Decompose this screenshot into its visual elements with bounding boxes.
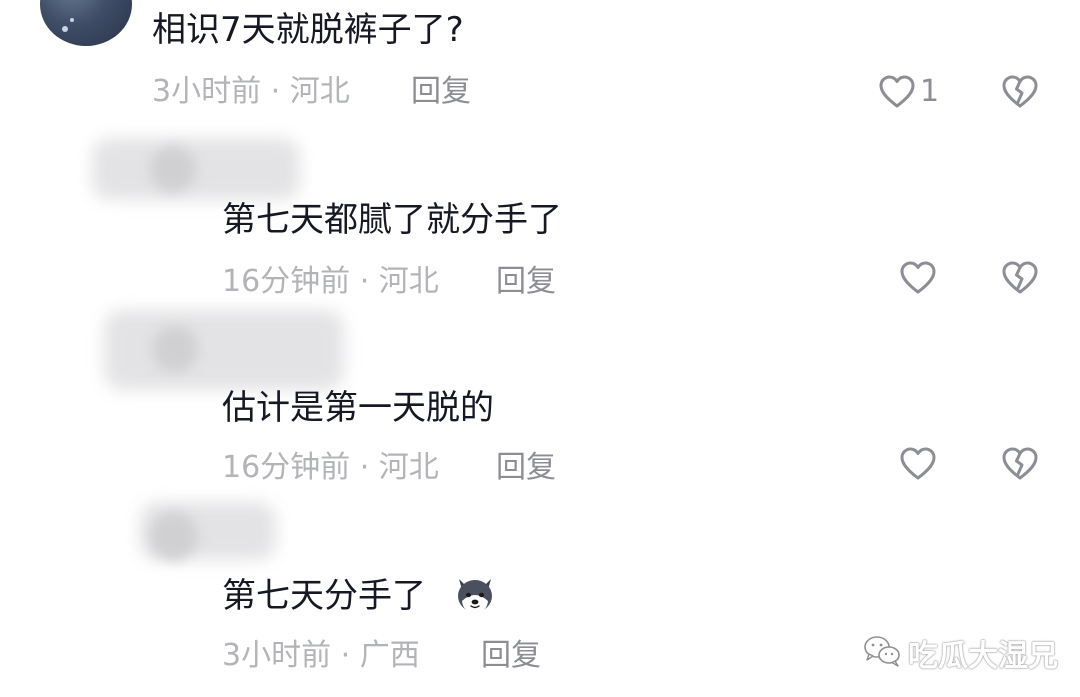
comment-text-2: 第七天都腻了就分手了	[222, 200, 562, 240]
comment-meta-3: 16分钟前 · 河北	[222, 450, 439, 485]
heart-outline-icon[interactable]	[898, 444, 938, 484]
comment-meta-4: 3小时前 · 广西	[222, 638, 420, 673]
avatar-comment-1[interactable]	[40, 0, 132, 46]
comment-meta-2: 16分钟前 · 河北	[222, 264, 439, 299]
reply-button-4[interactable]: 回复	[481, 638, 541, 674]
heart-outline-icon[interactable]	[898, 258, 938, 298]
broken-heart-icon[interactable]	[1000, 444, 1040, 484]
like-count-1: 1	[920, 74, 940, 109]
comment-text-4: 第七天分手了	[222, 576, 426, 616]
watermark-text: 吃瓜大湿兄	[908, 639, 1058, 674]
heart-outline-icon[interactable]	[877, 72, 917, 112]
blurred-username-3	[104, 310, 344, 390]
watermark: 吃瓜大湿兄	[862, 633, 1058, 674]
avatar-comment-4[interactable]	[150, 512, 198, 560]
comment-text-1: 相识7天就脱裤子了?	[152, 10, 464, 50]
blurred-username-2	[92, 138, 300, 200]
comment-meta-1: 3小时前 · 河北	[152, 74, 350, 109]
reply-button-3[interactable]: 回复	[496, 450, 556, 486]
wechat-icon	[862, 633, 902, 673]
reply-button-2[interactable]: 回复	[496, 264, 556, 300]
reply-button-1[interactable]: 回复	[411, 74, 471, 110]
broken-heart-icon[interactable]	[1000, 258, 1040, 298]
comment-text-3: 估计是第一天脱的	[222, 388, 494, 428]
avatar-comment-3[interactable]	[152, 326, 198, 372]
husky-dog-emoji	[452, 571, 498, 617]
broken-heart-icon[interactable]	[1000, 72, 1040, 112]
avatar-comment-2[interactable]	[150, 146, 196, 192]
